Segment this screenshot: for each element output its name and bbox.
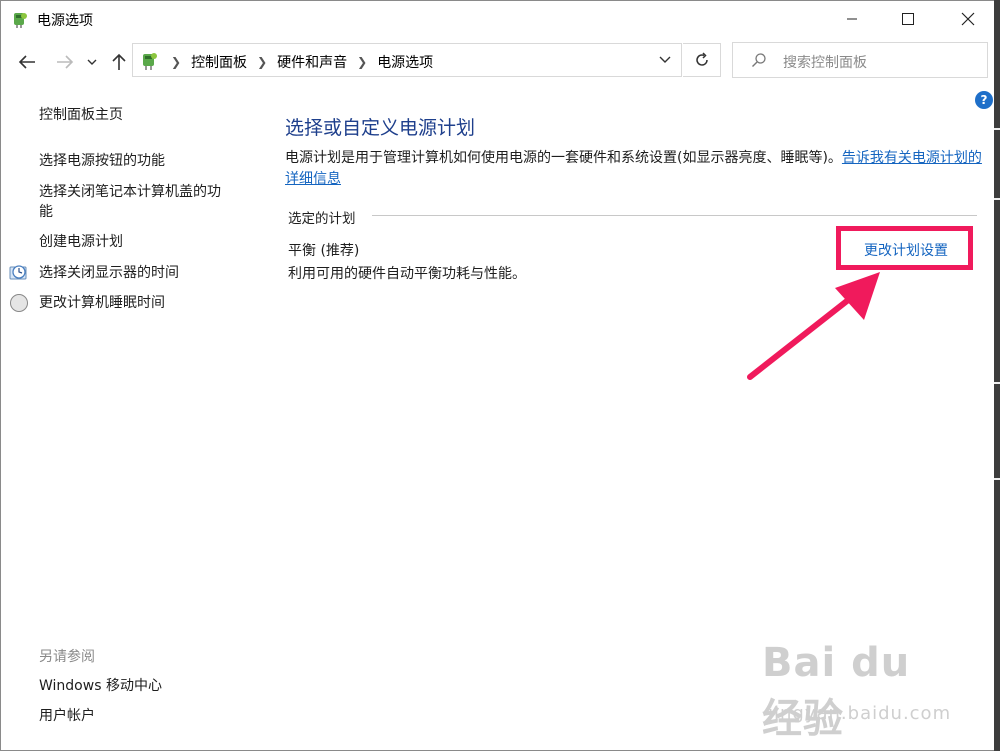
refresh-icon: [695, 52, 708, 66]
chevron-down-icon: [87, 59, 97, 65]
chevron-down-icon: [659, 56, 671, 63]
description-text: 电源计划是用于管理计算机如何使用电源的一套硬件和系统设置(如显示器亮度、睡眠等)…: [285, 150, 842, 166]
forward-arrow-icon: [57, 55, 74, 69]
moon-sleep-icon: [10, 294, 28, 312]
maximize-icon: [902, 13, 914, 25]
search-icon: [752, 53, 766, 67]
window-title: 电源选项: [37, 13, 93, 29]
control-panel-icon: [143, 53, 157, 70]
background-strip: [994, 0, 1000, 751]
see-also-heading: 另请参阅: [39, 649, 95, 665]
maximize-button[interactable]: [885, 1, 931, 37]
address-bar[interactable]: ❯ 控制面板 ❯ 硬件和声音 ❯ 电源选项: [132, 43, 682, 77]
plan-name: 平衡 (推荐): [288, 243, 360, 259]
selected-plan-label: 选定的计划: [288, 211, 356, 227]
minimize-icon: [847, 18, 857, 20]
sidebar-link-create-plan[interactable]: 创建电源计划: [39, 232, 123, 252]
address-dropdown-button[interactable]: [648, 43, 682, 77]
breadcrumb-hardware-sound[interactable]: 硬件和声音: [277, 52, 347, 72]
page-description: 电源计划是用于管理计算机如何使用电源的一套硬件和系统设置(如显示器亮度、睡眠等)…: [285, 148, 985, 190]
change-plan-settings-link[interactable]: 更改计划设置: [864, 240, 948, 260]
breadcrumb: ❯ 控制面板 ❯ 硬件和声音 ❯ 电源选项: [171, 52, 433, 72]
sidebar-link-power-button[interactable]: 选择电源按钮的功能: [39, 151, 165, 171]
minimize-button[interactable]: [829, 1, 875, 37]
close-button[interactable]: [945, 1, 991, 37]
back-arrow-icon: [18, 55, 35, 69]
help-button[interactable]: ?: [975, 91, 993, 109]
up-button[interactable]: [107, 50, 131, 74]
chevron-right-icon: ❯: [357, 55, 368, 69]
sidebar-link-lid-close[interactable]: 选择关闭笔记本计算机盖的功 能: [39, 182, 249, 222]
close-icon: [961, 12, 975, 26]
navigation-bar: ❯ 控制面板 ❯ 硬件和声音 ❯ 电源选项 搜索控制面板: [1, 38, 994, 86]
question-mark-icon: ?: [980, 93, 988, 107]
power-options-icon: [14, 13, 27, 28]
recent-locations-button[interactable]: [83, 50, 101, 74]
plan-description: 利用可用的硬件自动平衡功耗与性能。: [288, 266, 526, 282]
see-also-mobility-center[interactable]: Windows 移动中心: [39, 676, 162, 696]
title-bar: 电源选项: [1, 1, 994, 37]
breadcrumb-power-options[interactable]: 电源选项: [377, 52, 433, 72]
search-input[interactable]: 搜索控制面板: [783, 52, 867, 72]
see-also-user-accounts[interactable]: 用户帐户: [39, 706, 95, 726]
refresh-button[interactable]: [683, 43, 721, 77]
forward-button[interactable]: [53, 50, 77, 74]
breadcrumb-control-panel[interactable]: 控制面板: [191, 52, 247, 72]
sidebar-link-display-off[interactable]: 选择关闭显示器的时间: [39, 263, 179, 283]
chevron-right-icon: ❯: [171, 55, 182, 69]
baidu-watermark: Bai du 经验 jingyan.baidu.com: [762, 640, 962, 742]
page-title: 选择或自定义电源计划: [285, 117, 476, 139]
watermark-url: jingyan.baidu.com: [768, 703, 952, 724]
group-divider: [372, 215, 977, 216]
sidebar: 控制面板主页 选择电源按钮的功能 选择关闭笔记本计算机盖的功 能 创建电源计划 …: [0, 90, 260, 750]
sidebar-home-link[interactable]: 控制面板主页: [39, 105, 123, 125]
chevron-right-icon: ❯: [257, 55, 268, 69]
watermark-logo-text: Bai du 经验: [762, 640, 911, 742]
annotation-arrow: [747, 272, 880, 380]
sidebar-link-sleep-time[interactable]: 更改计算机睡眠时间: [39, 293, 165, 313]
up-arrow-icon: [112, 53, 126, 70]
back-button[interactable]: [15, 50, 39, 74]
clock-monitor-icon: [9, 265, 27, 280]
search-box[interactable]: 搜索控制面板: [732, 42, 988, 78]
